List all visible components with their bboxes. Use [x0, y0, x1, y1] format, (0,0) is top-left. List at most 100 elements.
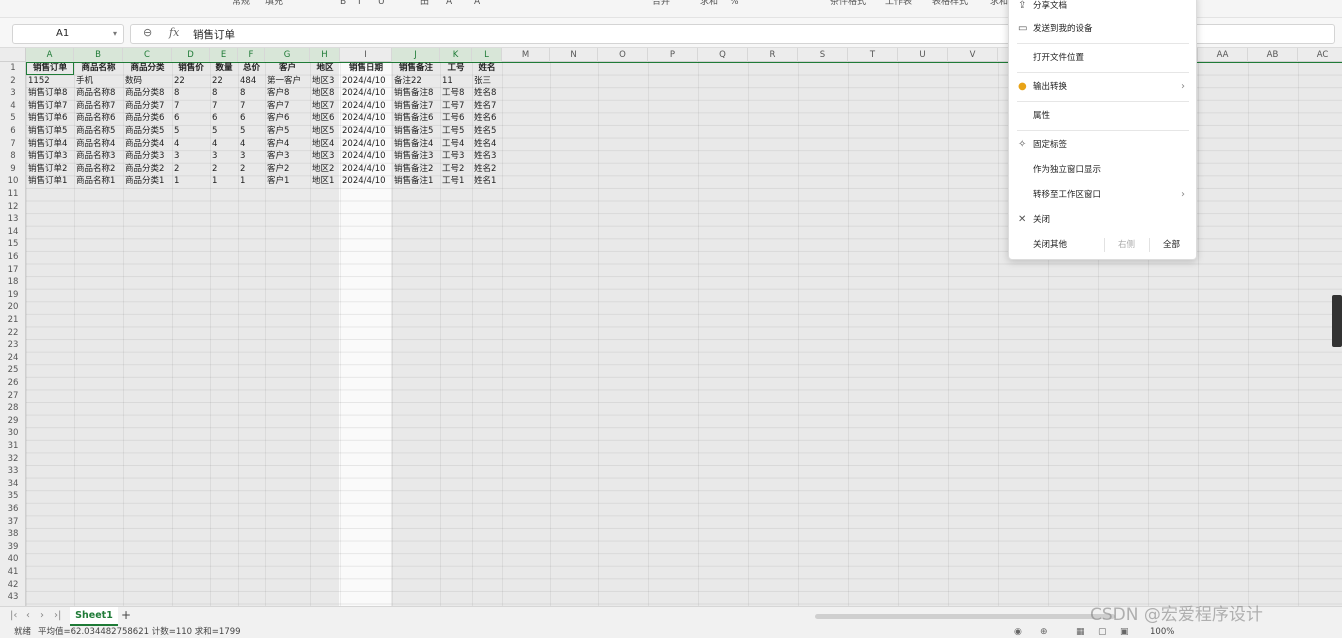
table-cell[interactable]: 484: [238, 75, 265, 88]
column-header-q[interactable]: Q: [698, 48, 748, 62]
table-cell[interactable]: 2024/4/10: [340, 112, 392, 125]
table-cell[interactable]: 22: [210, 75, 238, 88]
table-cell[interactable]: 商品分类2: [123, 163, 172, 176]
table-cell[interactable]: 姓名4: [472, 138, 502, 151]
table-cell[interactable]: 第一客户: [265, 75, 310, 88]
table-cell[interactable]: 客户8: [265, 87, 310, 100]
table-cell[interactable]: 5: [210, 125, 238, 138]
column-header-r[interactable]: R: [748, 48, 798, 62]
table-cell[interactable]: 姓名1: [472, 175, 502, 188]
menu-close-all[interactable]: 全部: [1163, 234, 1180, 256]
table-cell[interactable]: 3: [172, 150, 210, 163]
table-cell[interactable]: 工号2: [440, 163, 472, 176]
table-cell[interactable]: 2024/4/10: [340, 125, 392, 138]
column-header-f[interactable]: F: [238, 48, 265, 62]
table-cell[interactable]: 客户2: [265, 163, 310, 176]
menu-close[interactable]: ✕ 关闭: [1009, 209, 1198, 231]
table-cell[interactable]: 2024/4/10: [340, 175, 392, 188]
table-cell[interactable]: 工号4: [440, 138, 472, 151]
table-cell[interactable]: 地区4: [310, 138, 340, 151]
row-header-6[interactable]: 6: [0, 125, 26, 138]
header-cell[interactable]: 工号: [440, 62, 472, 75]
table-cell[interactable]: 2024/4/10: [340, 163, 392, 176]
table-cell[interactable]: 销售订单4: [26, 138, 74, 151]
header-cell[interactable]: 销售价: [172, 62, 210, 75]
first-sheet-icon[interactable]: |‹: [10, 610, 17, 621]
ribbon-item[interactable]: 工作表: [885, 0, 912, 10]
table-cell[interactable]: 商品分类1: [123, 175, 172, 188]
menu-close-others[interactable]: 关闭其他: [1033, 234, 1067, 256]
menu-close-right[interactable]: 右侧: [1118, 234, 1135, 256]
table-cell[interactable]: 数码: [123, 75, 172, 88]
menu-properties[interactable]: 属性: [1009, 105, 1198, 127]
ribbon-item[interactable]: 合并: [652, 0, 670, 10]
menu-move-to-workspace[interactable]: 转移至工作区窗口 ›: [1009, 184, 1198, 206]
table-cell[interactable]: 2024/4/10: [340, 138, 392, 151]
column-header-d[interactable]: D: [172, 48, 210, 62]
table-cell[interactable]: 7: [210, 100, 238, 113]
row-header-7[interactable]: 7: [0, 138, 26, 151]
row-header-14[interactable]: 14: [0, 226, 26, 239]
table-cell[interactable]: 销售订单5: [26, 125, 74, 138]
row-header-4[interactable]: 4: [0, 100, 26, 113]
row-header-5[interactable]: 5: [0, 112, 26, 125]
eye-icon[interactable]: ◉: [1014, 626, 1022, 638]
row-header-3[interactable]: 3: [0, 87, 26, 100]
column-header-l[interactable]: L: [472, 48, 502, 62]
table-cell[interactable]: 销售订单6: [26, 112, 74, 125]
next-sheet-icon[interactable]: ›: [40, 610, 44, 621]
table-cell[interactable]: 姓名5: [472, 125, 502, 138]
row-header-20[interactable]: 20: [0, 301, 26, 314]
table-cell[interactable]: 工号7: [440, 100, 472, 113]
row-header-30[interactable]: 30: [0, 427, 26, 440]
table-cell[interactable]: 销售订单1: [26, 175, 74, 188]
row-header-41[interactable]: 41: [0, 566, 26, 579]
formula-value[interactable]: 销售订单: [193, 27, 235, 42]
column-header-h[interactable]: H: [310, 48, 340, 62]
menu-open-location[interactable]: 打开文件位置: [1009, 47, 1198, 69]
ribbon-item[interactable]: 求和: [990, 0, 1008, 10]
row-header-18[interactable]: 18: [0, 276, 26, 289]
table-cell[interactable]: 4: [238, 138, 265, 151]
header-cell[interactable]: 姓名: [472, 62, 502, 75]
table-cell[interactable]: 商品名称3: [74, 150, 123, 163]
table-cell[interactable]: 地区8: [310, 87, 340, 100]
table-cell[interactable]: 6: [210, 112, 238, 125]
table-cell[interactable]: 7: [238, 100, 265, 113]
row-header-19[interactable]: 19: [0, 289, 26, 302]
table-cell[interactable]: 2024/4/10: [340, 75, 392, 88]
row-header-15[interactable]: 15: [0, 238, 26, 251]
table-cell[interactable]: 1152: [26, 75, 74, 88]
table-cell[interactable]: 2: [210, 163, 238, 176]
column-header-ab[interactable]: AB: [1248, 48, 1298, 62]
column-header-o[interactable]: O: [598, 48, 648, 62]
zoom-search-icon[interactable]: ⊖: [143, 26, 152, 39]
select-all-corner[interactable]: [0, 48, 26, 62]
table-cell[interactable]: 11: [440, 75, 472, 88]
menu-export-convert[interactable]: ● 输出转换 ›: [1009, 76, 1198, 98]
table-cell[interactable]: 商品分类5: [123, 125, 172, 138]
table-cell[interactable]: 8: [210, 87, 238, 100]
row-header-1[interactable]: 1: [0, 62, 26, 75]
vertical-scrollbar-thumb[interactable]: [1332, 295, 1342, 347]
menu-send-to-device[interactable]: ▭ 发送到我的设备: [1009, 18, 1198, 40]
table-cell[interactable]: 商品名称8: [74, 87, 123, 100]
column-header-e[interactable]: E: [210, 48, 238, 62]
row-header-33[interactable]: 33: [0, 465, 26, 478]
column-header-m[interactable]: M: [502, 48, 550, 62]
column-header-a[interactable]: A: [26, 48, 74, 62]
row-header-22[interactable]: 22: [0, 327, 26, 340]
table-cell[interactable]: 商品名称1: [74, 175, 123, 188]
column-header-b[interactable]: B: [74, 48, 123, 62]
table-cell[interactable]: 地区5: [310, 125, 340, 138]
table-cell[interactable]: 手机: [74, 75, 123, 88]
table-cell[interactable]: 8: [172, 87, 210, 100]
table-cell[interactable]: 4: [210, 138, 238, 151]
table-cell[interactable]: 22: [172, 75, 210, 88]
column-header-aa[interactable]: AA: [1198, 48, 1248, 62]
table-cell[interactable]: 客户3: [265, 150, 310, 163]
table-cell[interactable]: 销售订单3: [26, 150, 74, 163]
table-cell[interactable]: 商品分类8: [123, 87, 172, 100]
table-cell[interactable]: 备注22: [392, 75, 440, 88]
table-cell[interactable]: 2024/4/10: [340, 100, 392, 113]
